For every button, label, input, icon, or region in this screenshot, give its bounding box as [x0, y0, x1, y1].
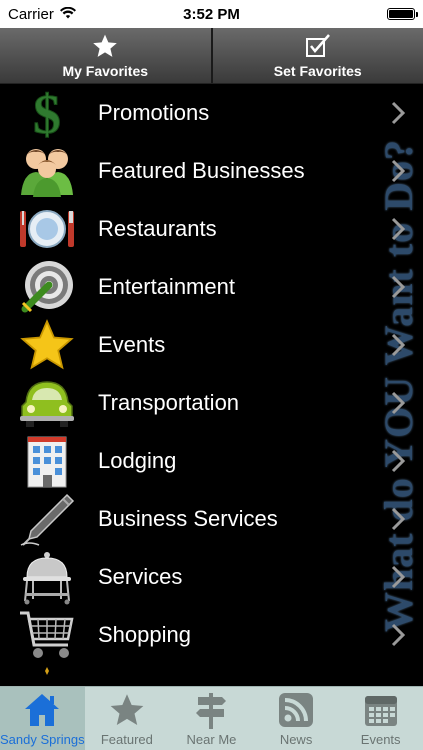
plate-utensils-icon: [18, 200, 76, 258]
signpost-icon: [194, 690, 228, 730]
cart-icon: [18, 606, 76, 664]
list-item-restaurants[interactable]: Restaurants: [0, 200, 423, 258]
rss-icon: [278, 690, 314, 730]
list-item-label: Transportation: [98, 390, 240, 415]
tab-news[interactable]: News: [254, 687, 339, 750]
status-left: Carrier: [8, 6, 76, 23]
chevron-right-icon: [391, 565, 405, 589]
people-icon: [18, 142, 76, 200]
list-item-label: Restaurants: [98, 216, 217, 241]
my-favorites-label: My Favorites: [62, 62, 149, 79]
chevron-right-icon: [391, 333, 405, 357]
list-item-entertainment[interactable]: Entertainment: [0, 258, 423, 316]
chevron-right-icon: [391, 217, 405, 241]
tab-featured[interactable]: Featured: [85, 687, 170, 750]
tab-label: Near Me: [186, 732, 237, 747]
car-icon: [18, 374, 76, 432]
tab-events[interactable]: Events: [338, 687, 423, 750]
list-item-label: Promotions: [98, 100, 210, 125]
star-icon: [109, 690, 145, 730]
list-item-label: Shopping: [98, 622, 191, 647]
list-item-shopping[interactable]: Shopping: [0, 606, 423, 664]
chevron-right-icon: [391, 507, 405, 531]
cloche-icon: [18, 548, 76, 606]
chevron-right-icon: [391, 275, 405, 299]
wifi-icon: [59, 6, 76, 23]
list-item-label: Entertainment: [98, 274, 235, 299]
home-icon: [23, 690, 61, 730]
chevron-right-icon: [391, 101, 405, 125]
carrier-label: Carrier: [8, 5, 54, 23]
building-icon: [18, 432, 76, 490]
set-favorites-button[interactable]: Set Favorites: [210, 28, 423, 83]
list-item-events[interactable]: Events: [0, 316, 423, 374]
list-item-label: Business Services: [98, 506, 278, 531]
checkbox-icon: [304, 33, 332, 59]
chevron-right-icon: [391, 623, 405, 647]
list-item-business-services[interactable]: Business Services: [0, 490, 423, 548]
calendar-icon: [363, 690, 399, 730]
list-item-label: Featured Businesses: [98, 158, 305, 183]
pen-icon: [18, 490, 76, 548]
category-list: What do YOU Want to Do? $ Promotions Fea…: [0, 84, 423, 686]
star-icon: [92, 33, 118, 59]
list-item-label: Lodging: [98, 448, 177, 473]
target-icon: [18, 258, 76, 316]
battery-icon: [387, 8, 418, 20]
tab-label: News: [279, 732, 313, 747]
list-item-services[interactable]: Services: [0, 548, 423, 606]
tab-label: Featured: [100, 732, 153, 747]
star-icon: [18, 316, 76, 374]
chevron-right-icon: [391, 159, 405, 183]
list-item-transportation[interactable]: Transportation: [0, 374, 423, 432]
tab-label: Sandy Springs: [0, 732, 85, 747]
tab-label: Events: [360, 732, 401, 747]
favorites-segmented-control: My Favorites Set Favorites: [0, 28, 423, 84]
status-bar: Carrier 3:52 PM: [0, 0, 423, 28]
list-item-featured-businesses[interactable]: Featured Businesses: [0, 142, 423, 200]
chevron-right-icon: [391, 391, 405, 415]
set-favorites-label: Set Favorites: [273, 62, 362, 79]
tab-sandy-springs[interactable]: Sandy Springs: [0, 687, 85, 750]
list-item-partial[interactable]: [0, 664, 423, 686]
chevron-right-icon: [391, 449, 405, 473]
dollar-sign-icon: $: [18, 84, 76, 142]
list-item-label: Events: [98, 332, 166, 357]
my-favorites-button[interactable]: My Favorites: [0, 28, 211, 83]
tab-near-me[interactable]: Near Me: [169, 687, 254, 750]
svg-text:$: $: [33, 85, 61, 141]
trophy-icon: [18, 664, 76, 686]
list-item-promotions[interactable]: $ Promotions: [0, 84, 423, 142]
list-item-lodging[interactable]: Lodging: [0, 432, 423, 490]
tab-bar: Sandy Springs Featured Near Me News Even…: [0, 686, 423, 750]
list-item-label: Services: [98, 564, 183, 589]
